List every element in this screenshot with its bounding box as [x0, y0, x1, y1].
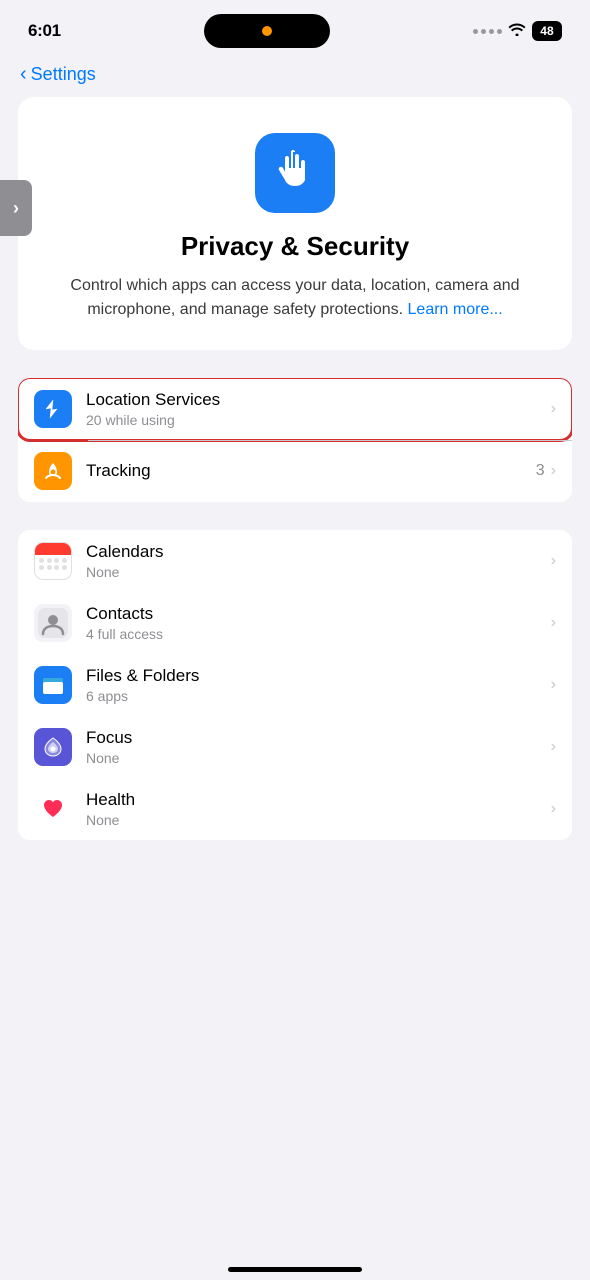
hero-title: Privacy & Security — [181, 231, 409, 262]
tracking-icon — [34, 452, 72, 490]
health-chevron-icon: › — [551, 800, 556, 818]
files-text: Files & Folders 6 apps — [86, 666, 551, 704]
contacts-right: › — [551, 614, 556, 632]
status-icons: 48 — [473, 21, 562, 41]
tracking-item[interactable]: Tracking 3 › — [18, 440, 572, 502]
side-handle[interactable]: › — [0, 180, 32, 236]
hero-description: Control which apps can access your data,… — [42, 274, 548, 322]
calendars-subtitle: None — [86, 564, 551, 580]
focus-right: › — [551, 738, 556, 756]
location-services-icon — [34, 390, 72, 428]
wifi-icon — [508, 22, 526, 41]
back-chevron-icon: ‹ — [20, 64, 27, 84]
signal-icon — [473, 29, 502, 34]
focus-icon — [34, 728, 72, 766]
calendars-chevron-icon: › — [551, 552, 556, 570]
health-icon — [34, 790, 72, 828]
calendars-text: Calendars None — [86, 542, 551, 580]
health-right: › — [551, 800, 556, 818]
files-chevron-icon: › — [551, 676, 556, 694]
location-services-text: Location Services 20 while using — [86, 390, 551, 428]
files-title: Files & Folders — [86, 666, 551, 686]
dynamic-island — [204, 14, 330, 48]
calendars-icon — [34, 542, 72, 580]
contacts-title: Contacts — [86, 604, 551, 624]
status-time: 6:01 — [28, 21, 61, 41]
home-bar — [228, 1267, 362, 1272]
location-services-chevron-icon: › — [551, 400, 556, 418]
tracking-text: Tracking — [86, 461, 536, 481]
contacts-subtitle: 4 full access — [86, 626, 551, 642]
focus-item[interactable]: Focus None › — [18, 716, 572, 778]
battery-icon: 48 — [532, 21, 562, 41]
location-tracking-group: Location Services 20 while using › Track… — [18, 378, 572, 502]
contacts-text: Contacts 4 full access — [86, 604, 551, 642]
status-bar: 6:01 48 — [0, 0, 590, 56]
health-subtitle: None — [86, 812, 551, 828]
calendars-right: › — [551, 552, 556, 570]
contacts-chevron-icon: › — [551, 614, 556, 632]
privacy-app-icon — [255, 133, 335, 213]
location-services-item[interactable]: Location Services 20 while using › — [18, 378, 572, 440]
island-dot — [262, 26, 272, 36]
contacts-item[interactable]: Contacts 4 full access › — [18, 592, 572, 654]
side-handle-chevron-icon: › — [13, 198, 19, 219]
location-services-right: › — [551, 400, 556, 418]
health-title: Health — [86, 790, 551, 810]
focus-subtitle: None — [86, 750, 551, 766]
location-services-subtitle: 20 while using — [86, 412, 551, 428]
tracking-title: Tracking — [86, 461, 536, 481]
hero-card: Privacy & Security Control which apps ca… — [18, 97, 572, 350]
back-label: Settings — [31, 64, 96, 85]
tracking-count: 3 — [536, 462, 545, 480]
files-right: › — [551, 676, 556, 694]
tracking-chevron-icon: › — [551, 462, 556, 480]
calendars-item[interactable]: Calendars None › — [18, 530, 572, 592]
contacts-icon — [34, 604, 72, 642]
back-button[interactable]: ‹ Settings — [20, 64, 96, 85]
health-text: Health None — [86, 790, 551, 828]
files-icon — [34, 666, 72, 704]
home-indicator — [0, 1255, 590, 1280]
focus-chevron-icon: › — [551, 738, 556, 756]
health-item[interactable]: Health None › — [18, 778, 572, 840]
learn-more-link[interactable]: Learn more... — [408, 301, 503, 318]
permissions-group: Calendars None › Contacts 4 full access — [18, 530, 572, 840]
tracking-right: 3 › — [536, 462, 556, 480]
files-item[interactable]: Files & Folders 6 apps › — [18, 654, 572, 716]
nav-bar: ‹ Settings — [0, 56, 590, 97]
focus-title: Focus — [86, 728, 551, 748]
focus-text: Focus None — [86, 728, 551, 766]
calendars-title: Calendars — [86, 542, 551, 562]
location-services-title: Location Services — [86, 390, 551, 410]
files-subtitle: 6 apps — [86, 688, 551, 704]
hand-icon — [273, 146, 317, 200]
